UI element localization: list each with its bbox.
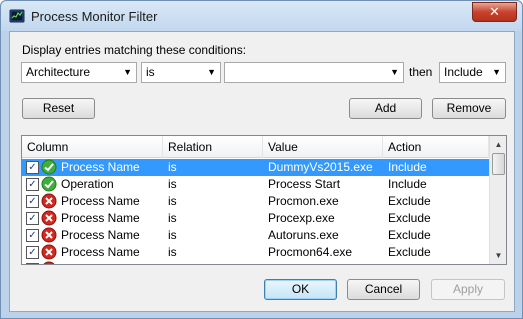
- cell-value: Procexp.exe: [268, 211, 335, 225]
- row-checkbox[interactable]: ✓: [26, 195, 39, 208]
- cell-action: Exclude: [388, 228, 431, 242]
- exclude-x-icon: [41, 210, 57, 226]
- table-row[interactable]: ✓ Process Name is DummyVs2015.exe Include: [22, 159, 489, 176]
- exclude-x-icon: [41, 227, 57, 243]
- row-checkbox[interactable]: ✓: [26, 161, 39, 174]
- cell-action: Include: [388, 177, 427, 191]
- table-row[interactable]: ✓ Process Name is Autoruns.exe Exclude: [22, 227, 489, 244]
- cell-value: Procmon64.exe: [268, 245, 353, 259]
- cell-column: Process Name: [61, 261, 140, 264]
- exclude-x-icon: [41, 244, 57, 260]
- reset-button[interactable]: Reset: [22, 98, 95, 119]
- row-checkbox[interactable]: ✓: [26, 263, 39, 264]
- column-header-action[interactable]: Action: [383, 136, 489, 158]
- column-select-value: Architecture: [26, 65, 91, 79]
- cell-relation: is: [168, 228, 177, 242]
- include-check-icon: [41, 176, 57, 192]
- cell-value: Procexp64.exe: [268, 261, 348, 264]
- column-header-relation[interactable]: Relation: [163, 136, 263, 158]
- vertical-scrollbar[interactable]: ▲ ▼: [489, 136, 506, 264]
- action-select[interactable]: Include ▼: [439, 62, 506, 83]
- value-input[interactable]: ▼: [224, 62, 404, 83]
- cell-relation: is: [168, 261, 177, 264]
- cell-column: Operation: [61, 177, 114, 191]
- cell-relation: is: [168, 211, 177, 225]
- conditions-prompt: Display entries matching these condition…: [22, 43, 247, 57]
- cell-column: Process Name: [61, 194, 140, 208]
- cell-value: DummyVs2015.exe: [268, 160, 373, 174]
- cell-value: Autoruns.exe: [268, 228, 339, 242]
- cell-action: Exclude: [388, 194, 431, 208]
- chevron-down-icon: ▼: [492, 67, 501, 77]
- cell-column: Process Name: [61, 160, 140, 174]
- remove-button[interactable]: Remove: [432, 98, 506, 119]
- chevron-down-icon: ▼: [390, 67, 399, 77]
- cell-column: Process Name: [61, 245, 140, 259]
- chevron-down-icon: ▼: [207, 67, 216, 77]
- table-row[interactable]: ✓ Process Name is Procmon64.exe Exclude: [22, 244, 489, 261]
- action-select-value: Include: [444, 65, 483, 79]
- row-checkbox[interactable]: ✓: [26, 212, 39, 225]
- chevron-down-icon: ▼: [123, 67, 132, 77]
- scroll-up-icon[interactable]: ▲: [490, 136, 506, 153]
- close-button[interactable]: ✕: [472, 2, 517, 22]
- cell-action: Exclude: [388, 261, 431, 264]
- column-header-value[interactable]: Value: [263, 136, 383, 158]
- dialog-client-area: Display entries matching these condition…: [9, 31, 515, 312]
- add-button[interactable]: Add: [349, 98, 422, 119]
- table-row[interactable]: ✓ Process Name is Procexp.exe Exclude: [22, 210, 489, 227]
- cancel-button[interactable]: Cancel: [347, 279, 420, 300]
- title-bar[interactable]: Process Monitor Filter ✕: [1, 1, 522, 31]
- window-title: Process Monitor Filter: [31, 9, 158, 24]
- table-row[interactable]: ✓ Operation is Process Start Include: [22, 176, 489, 193]
- cell-action: Exclude: [388, 245, 431, 259]
- then-label: then: [409, 65, 433, 79]
- exclude-x-icon: [41, 193, 57, 209]
- cell-column: Process Name: [61, 211, 140, 225]
- cell-column: Process Name: [61, 228, 140, 242]
- cell-value: Procmon.exe: [268, 194, 339, 208]
- column-header-column[interactable]: Column: [22, 136, 163, 158]
- process-monitor-icon: [9, 9, 25, 23]
- scrollbar-thumb[interactable]: [492, 153, 505, 175]
- row-checkbox[interactable]: ✓: [26, 246, 39, 259]
- cell-relation: is: [168, 194, 177, 208]
- close-icon: ✕: [489, 4, 500, 19]
- apply-button[interactable]: Apply: [431, 279, 505, 300]
- cell-value: Process Start: [268, 177, 341, 191]
- column-select[interactable]: Architecture ▼: [21, 62, 137, 83]
- table-row[interactable]: ✓ Process Name is Procexp64.exe Exclude: [22, 261, 489, 264]
- row-checkbox[interactable]: ✓: [26, 178, 39, 191]
- ok-button[interactable]: OK: [264, 279, 337, 300]
- include-check-icon: [41, 159, 57, 175]
- filter-dialog-window: Process Monitor Filter ✕ Display entries…: [0, 0, 523, 319]
- cell-action: Include: [388, 160, 427, 174]
- row-checkbox[interactable]: ✓: [26, 229, 39, 242]
- cell-relation: is: [168, 177, 177, 191]
- cell-relation: is: [168, 245, 177, 259]
- cell-action: Exclude: [388, 211, 431, 225]
- cell-relation: is: [168, 160, 177, 174]
- table-row[interactable]: ✓ Process Name is Procmon.exe Exclude: [22, 193, 489, 210]
- scroll-down-icon[interactable]: ▼: [490, 247, 506, 264]
- filter-list[interactable]: Column Relation Value Action ✓ Process Na…: [21, 135, 507, 265]
- relation-select-value: is: [146, 65, 155, 79]
- relation-select[interactable]: is ▼: [141, 62, 221, 83]
- list-header: Column Relation Value Action: [22, 136, 489, 158]
- exclude-x-icon: [43, 261, 55, 264]
